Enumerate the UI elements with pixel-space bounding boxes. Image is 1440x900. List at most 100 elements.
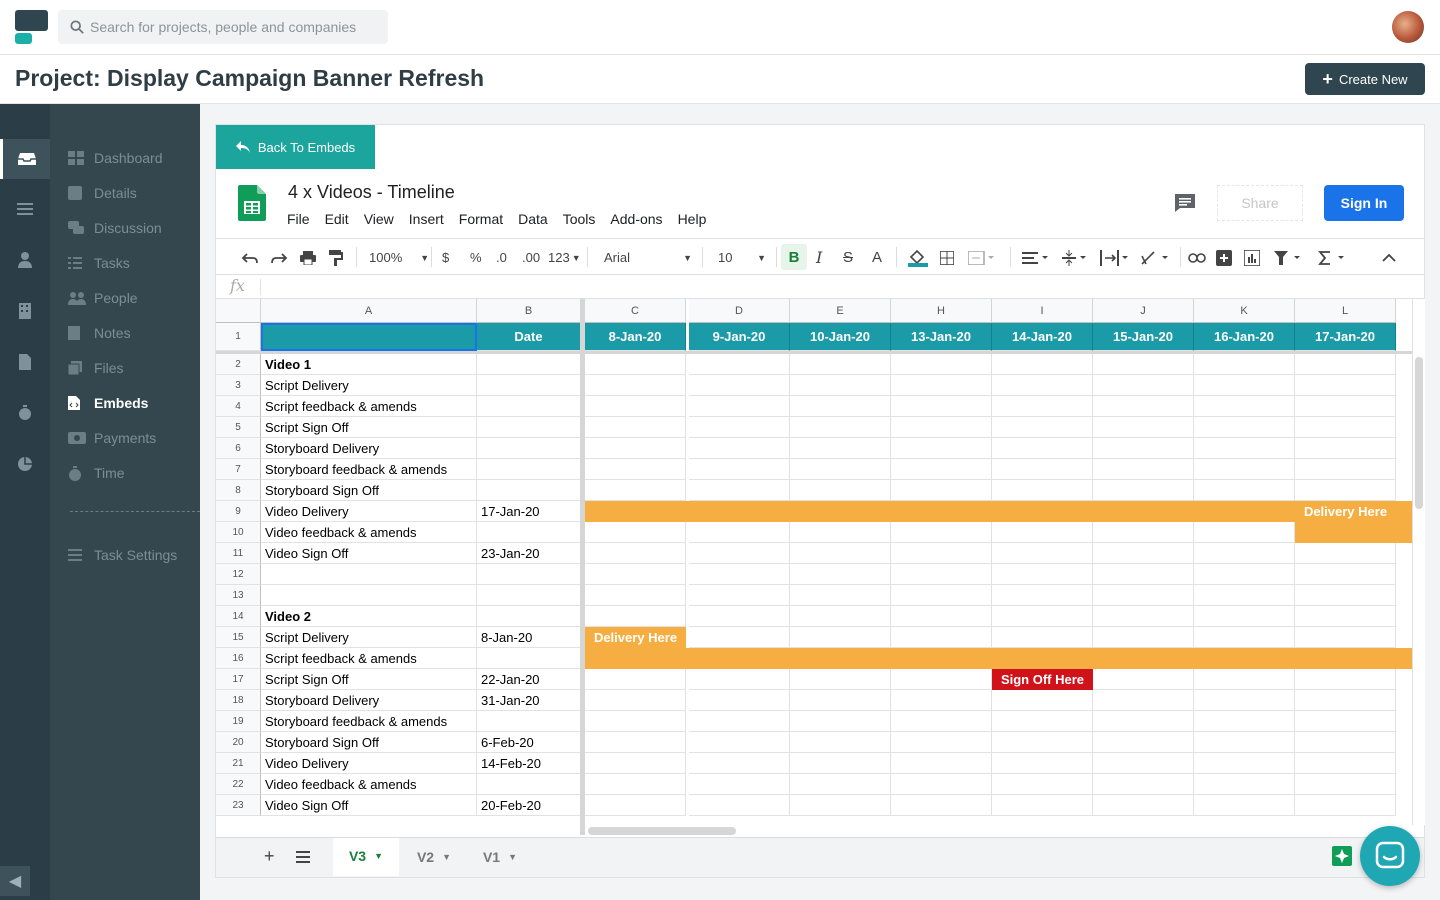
- timeline-cell[interactable]: [1093, 732, 1194, 753]
- timeline-cell[interactable]: [1194, 396, 1295, 417]
- timeline-cell[interactable]: [689, 753, 790, 774]
- italic-button[interactable]: I: [816, 239, 822, 276]
- insert-link-icon[interactable]: [1188, 239, 1206, 276]
- nav-item-files[interactable]: Files: [67, 358, 124, 378]
- timeline-cell[interactable]: [585, 354, 686, 375]
- timeline-cell[interactable]: [992, 585, 1093, 606]
- timeline-cell[interactable]: [1194, 417, 1295, 438]
- timeline-cell[interactable]: [790, 522, 891, 543]
- menu-addons[interactable]: Add-ons: [610, 211, 662, 227]
- timeline-cell[interactable]: [1093, 795, 1194, 816]
- text-rotation-icon[interactable]: [1140, 239, 1172, 276]
- nav-item-time[interactable]: Time: [68, 463, 125, 483]
- date-cell[interactable]: [477, 354, 581, 375]
- date-cell[interactable]: [477, 711, 581, 732]
- timeline-cell[interactable]: [1295, 564, 1396, 585]
- timeline-cell[interactable]: [790, 354, 891, 375]
- menu-insert[interactable]: Insert: [409, 211, 444, 227]
- list-icon[interactable]: [0, 189, 50, 229]
- menu-data[interactable]: Data: [518, 211, 548, 227]
- task-cell[interactable]: Script feedback & amends: [261, 648, 477, 669]
- timeline-cell[interactable]: [992, 627, 1093, 648]
- redo-icon[interactable]: [271, 239, 287, 276]
- print-icon[interactable]: [300, 239, 316, 276]
- row-header[interactable]: 17: [216, 669, 261, 690]
- date-cell[interactable]: [477, 648, 581, 669]
- all-sheets-icon[interactable]: [296, 850, 310, 868]
- row-header[interactable]: 23: [216, 795, 261, 816]
- timeline-cell[interactable]: [790, 795, 891, 816]
- timeline-cell[interactable]: [1194, 690, 1295, 711]
- fill-color-icon[interactable]: [908, 239, 928, 276]
- task-cell[interactable]: [261, 564, 477, 585]
- column-header[interactable]: K: [1194, 299, 1295, 323]
- row-header[interactable]: 16: [216, 648, 261, 669]
- date-cell[interactable]: [477, 396, 581, 417]
- date-cell[interactable]: 17-Jan-20: [477, 501, 581, 522]
- timeline-cell[interactable]: [1295, 417, 1396, 438]
- nav-item-dashboard[interactable]: Dashboard: [68, 148, 163, 168]
- timeline-cell[interactable]: [1194, 438, 1295, 459]
- timeline-cell[interactable]: [689, 774, 790, 795]
- row-header[interactable]: 3: [216, 375, 261, 396]
- date-cell[interactable]: [477, 585, 581, 606]
- timeline-cell[interactable]: [790, 690, 891, 711]
- timeline-cell[interactable]: [992, 354, 1093, 375]
- timeline-cell[interactable]: [790, 753, 891, 774]
- timeline-cell[interactable]: [992, 543, 1093, 564]
- row-header[interactable]: 19: [216, 711, 261, 732]
- task-cell[interactable]: Storyboard feedback & amends: [261, 459, 477, 480]
- timeline-cell[interactable]: [1295, 669, 1396, 690]
- timeline-cell[interactable]: [992, 732, 1093, 753]
- nav-item-notes[interactable]: Notes: [68, 323, 131, 343]
- nav-item-payments[interactable]: Payments: [68, 428, 156, 448]
- text-wrap-icon[interactable]: [1100, 239, 1132, 276]
- nav-item-details[interactable]: Details: [68, 183, 137, 203]
- timeline-cell[interactable]: [891, 480, 992, 501]
- functions-icon[interactable]: [1318, 239, 1348, 276]
- timeline-cell[interactable]: [891, 753, 992, 774]
- timeline-cell[interactable]: [1295, 732, 1396, 753]
- timeline-cell[interactable]: [1093, 690, 1194, 711]
- insert-comment-icon[interactable]: [1216, 239, 1232, 276]
- comment-icon[interactable]: [1174, 193, 1196, 213]
- timeline-cell[interactable]: [585, 690, 686, 711]
- timeline-cell[interactable]: [891, 774, 992, 795]
- select-all-corner[interactable]: [216, 299, 261, 323]
- timeline-bar[interactable]: [1295, 522, 1412, 543]
- delivery-here-label[interactable]: Delivery Here: [1295, 501, 1396, 522]
- collapse-sidebar-button[interactable]: ◀: [0, 866, 30, 896]
- app-logo[interactable]: [15, 10, 49, 44]
- task-cell[interactable]: Storyboard Delivery: [261, 438, 477, 459]
- date-cell[interactable]: [477, 606, 581, 627]
- timeline-cell[interactable]: [689, 585, 790, 606]
- nav-item-task-settings[interactable]: Task Settings: [68, 545, 177, 565]
- timeline-cell[interactable]: [1093, 543, 1194, 564]
- task-cell[interactable]: Video 2: [261, 606, 477, 627]
- timeline-cell[interactable]: [585, 669, 686, 690]
- chat-launcher-button[interactable]: [1360, 826, 1420, 886]
- timeline-cell[interactable]: [1093, 417, 1194, 438]
- timeline-cell[interactable]: [891, 438, 992, 459]
- row-header[interactable]: 20: [216, 732, 261, 753]
- align-icon[interactable]: [1022, 239, 1050, 276]
- currency-format-button[interactable]: $: [442, 239, 449, 276]
- timeline-cell[interactable]: [1295, 753, 1396, 774]
- timeline-cell[interactable]: [891, 522, 992, 543]
- timeline-cell[interactable]: [585, 459, 686, 480]
- frozen-column-divider[interactable]: [580, 299, 585, 835]
- timeline-cell[interactable]: [891, 396, 992, 417]
- row-header[interactable]: 12: [216, 564, 261, 585]
- task-cell[interactable]: Video Sign Off: [261, 795, 477, 816]
- row-header[interactable]: 11: [216, 543, 261, 564]
- timeline-cell[interactable]: [1295, 606, 1396, 627]
- paint-format-icon[interactable]: [329, 239, 343, 276]
- timeline-cell[interactable]: [790, 417, 891, 438]
- timeline-cell[interactable]: [790, 564, 891, 585]
- task-cell[interactable]: Video Delivery: [261, 501, 477, 522]
- timeline-cell[interactable]: [1295, 795, 1396, 816]
- menu-tools[interactable]: Tools: [563, 211, 596, 227]
- column-header[interactable]: J: [1093, 299, 1194, 323]
- timeline-cell[interactable]: [585, 480, 686, 501]
- date-header-cell[interactable]: 16-Jan-20: [1194, 323, 1295, 351]
